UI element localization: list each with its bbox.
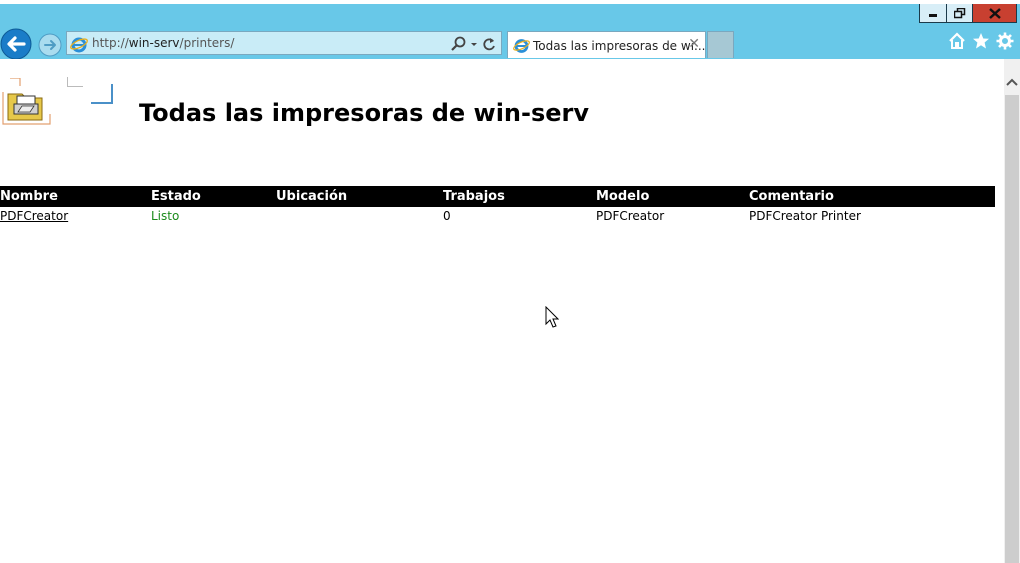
- browser-chrome: http://win-serv/printers/ Todas las impr…: [0, 0, 1020, 60]
- printer-name-link[interactable]: PDFCreator: [0, 209, 68, 223]
- search-icon[interactable]: [451, 36, 467, 52]
- url-host: win-serv: [128, 36, 180, 50]
- window-controls: [919, 4, 1017, 23]
- internet-explorer-icon: [513, 39, 530, 53]
- scroll-up-button[interactable]: [1004, 72, 1020, 92]
- column-header-comment[interactable]: Comentario: [749, 189, 834, 204]
- column-header-status[interactable]: Estado: [151, 189, 201, 204]
- printer-status: Listo: [151, 209, 180, 223]
- internet-explorer-icon: [70, 37, 88, 53]
- new-tab-button[interactable]: [707, 31, 734, 58]
- restore-button[interactable]: [946, 4, 972, 23]
- back-arrow-icon: [0, 28, 32, 60]
- decorative-corner: [67, 77, 83, 87]
- page-content: Todas las impresoras de win-serv Nombre …: [0, 59, 1004, 563]
- gear-icon[interactable]: [996, 32, 1014, 50]
- minimize-icon: [929, 14, 937, 17]
- address-tools: [451, 36, 497, 52]
- close-icon: [988, 7, 1001, 19]
- tab-close-icon[interactable]: ✕: [688, 37, 700, 51]
- table-row: PDFCreator Listo 0 PDFCreator PDFCreator…: [0, 207, 995, 227]
- column-header-name[interactable]: Nombre: [0, 189, 58, 204]
- column-header-location[interactable]: Ubicación: [276, 189, 347, 204]
- printer-model: PDFCreator: [596, 209, 665, 223]
- refresh-icon[interactable]: [481, 36, 497, 52]
- chevron-down-icon[interactable]: [470, 36, 478, 52]
- forward-button[interactable]: [38, 32, 64, 58]
- url-prefix: http://: [92, 36, 129, 50]
- column-header-jobs[interactable]: Trabajos: [443, 189, 505, 204]
- tab-printers[interactable]: Todas las impresoras de wi... ✕: [507, 31, 706, 58]
- decorative-corner: [91, 84, 113, 104]
- column-header-model[interactable]: Modelo: [596, 189, 649, 204]
- star-icon[interactable]: [972, 32, 990, 50]
- home-icon[interactable]: [948, 32, 966, 50]
- url-path: /printers/: [179, 36, 235, 50]
- table-header: Nombre Estado Ubicación Trabajos Modelo …: [0, 186, 995, 207]
- command-icons: [948, 32, 1014, 50]
- page-title: Todas las impresoras de win-serv: [139, 99, 590, 127]
- mouse-cursor-icon: [545, 306, 559, 328]
- chevron-up-icon: [1006, 78, 1018, 86]
- forward-arrow-icon: [38, 33, 62, 57]
- printer-comment: PDFCreator Printer: [749, 209, 861, 223]
- minimize-button[interactable]: [919, 4, 946, 23]
- close-window-button[interactable]: [972, 4, 1017, 23]
- printers-table: Nombre Estado Ubicación Trabajos Modelo …: [0, 186, 995, 227]
- address-url[interactable]: http://win-serv/printers/: [92, 36, 234, 50]
- tab-title: Todas las impresoras de wi...: [533, 39, 706, 53]
- back-button[interactable]: [0, 28, 34, 60]
- printer-jobs: 0: [443, 209, 451, 223]
- restore-icon: [953, 7, 965, 18]
- vertical-scrollbar[interactable]: [1004, 59, 1020, 563]
- title-strip: [0, 0, 1020, 4]
- printer-folder-icon: [2, 78, 51, 125]
- scrollbar-thumb[interactable]: [1005, 95, 1019, 563]
- address-bar[interactable]: http://win-serv/printers/: [66, 31, 502, 55]
